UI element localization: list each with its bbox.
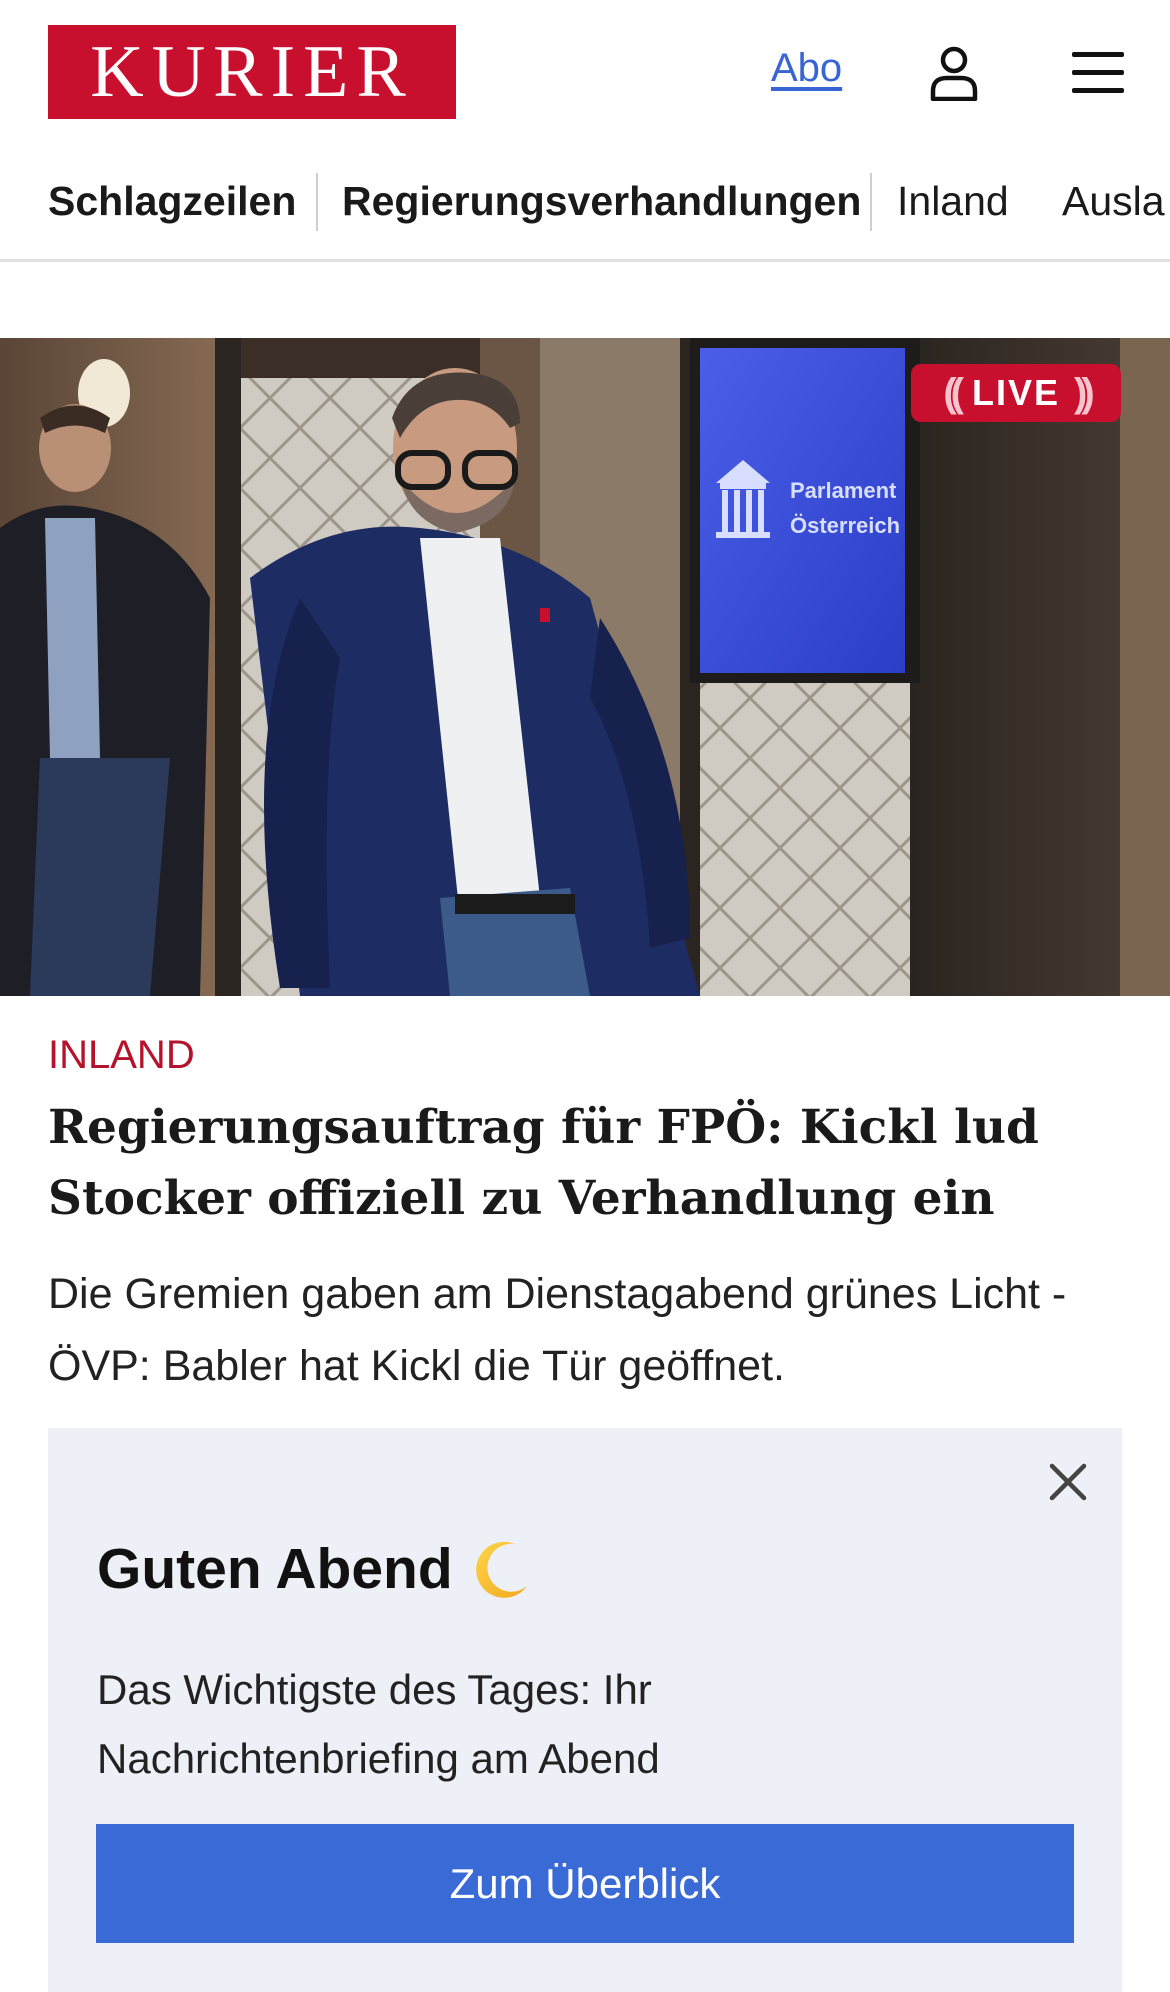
crescent-moon-icon bbox=[475, 1541, 527, 1598]
briefing-overview-button[interactable]: Zum Überblick bbox=[96, 1824, 1074, 1943]
hero-image[interactable]: Parlament Österreich bbox=[0, 338, 1170, 996]
hamburger-menu-icon[interactable] bbox=[1072, 48, 1124, 96]
briefing-title: Guten Abend bbox=[97, 1536, 533, 1602]
live-badge: (( LIVE )) bbox=[911, 364, 1121, 422]
article-headline[interactable]: Regierungsauftrag für FPÖ: Kickl lud Sto… bbox=[48, 1092, 1128, 1234]
article-teaser[interactable]: Die Gremien gaben am Dienstagabend grüne… bbox=[48, 1258, 1098, 1402]
nav-item-regierungsverhandlungen[interactable]: Regierungsverhandlungen bbox=[342, 178, 861, 225]
briefing-text: Das Wichtigste des Tages: Ihr Nachrichte… bbox=[97, 1666, 660, 1782]
nav-item-schlagzeilen[interactable]: Schlagzeilen bbox=[48, 178, 296, 225]
sign-text-line2: Österreich bbox=[790, 513, 900, 538]
nav-item-inland[interactable]: Inland bbox=[897, 178, 1009, 225]
nav-item-ausland[interactable]: Ausla bbox=[1062, 178, 1165, 225]
article-section-label[interactable]: INLAND bbox=[48, 1033, 195, 1078]
hero-photo: Parlament Österreich bbox=[0, 338, 1170, 996]
nav-divider bbox=[316, 173, 318, 231]
sign-text-line1: Parlament bbox=[790, 478, 897, 503]
abo-link[interactable]: Abo bbox=[771, 46, 842, 91]
close-icon[interactable] bbox=[1046, 1460, 1090, 1504]
briefing-title-text: Guten Abend bbox=[97, 1537, 453, 1601]
site-header: KURIER Abo bbox=[0, 0, 1170, 146]
live-wave-left-icon: (( bbox=[943, 370, 963, 415]
live-label: LIVE bbox=[971, 372, 1060, 413]
live-wave-right-icon: )) bbox=[1074, 370, 1094, 415]
section-nav: Schlagzeilen Regierungsverhandlungen Inl… bbox=[0, 166, 1170, 262]
kurier-logo[interactable]: KURIER bbox=[48, 25, 456, 119]
user-icon[interactable] bbox=[929, 45, 979, 101]
nav-divider bbox=[870, 173, 872, 231]
